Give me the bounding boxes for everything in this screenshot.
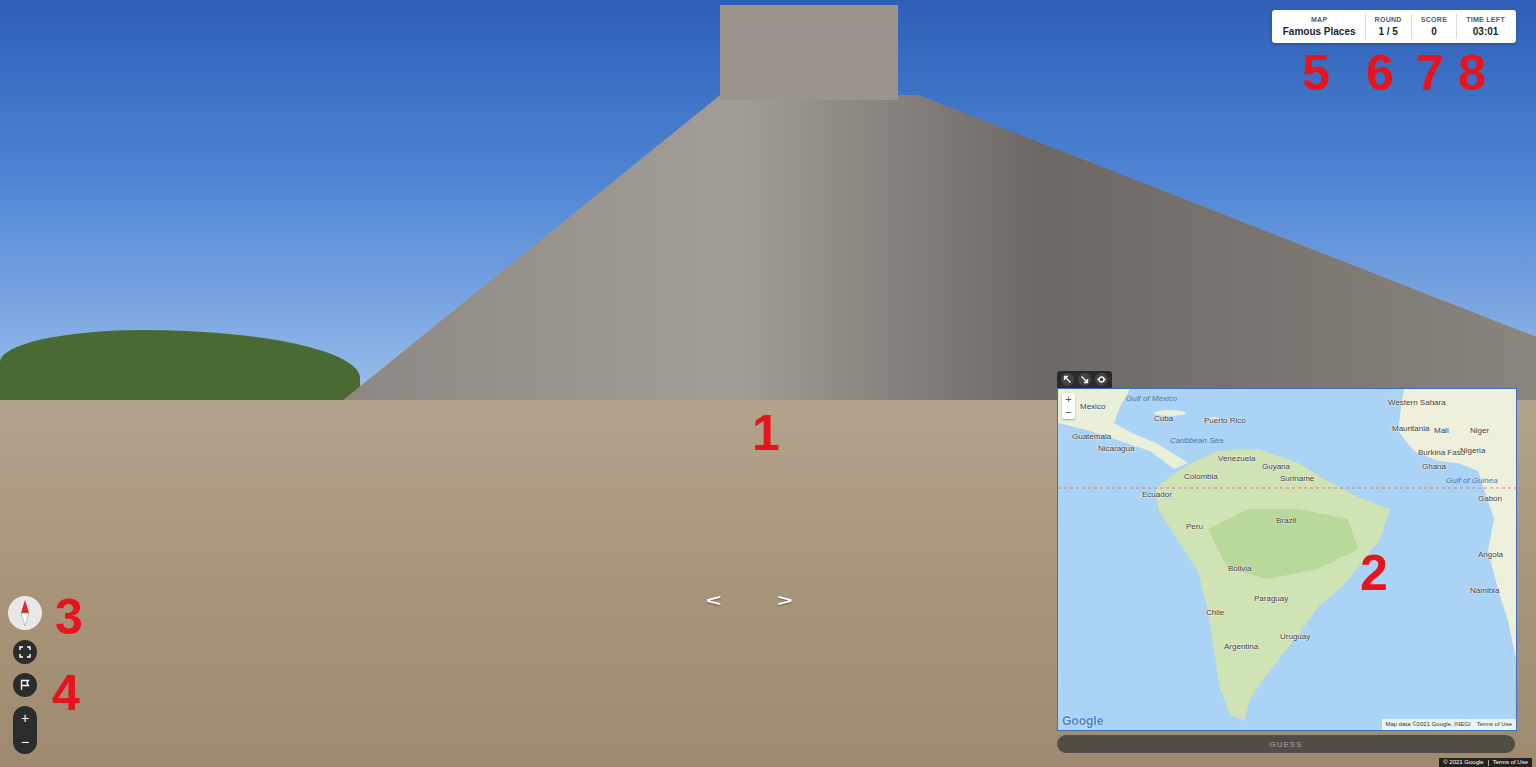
status-item: SCORE0	[1412, 14, 1457, 39]
return-to-start-button[interactable]	[13, 673, 37, 697]
map-label: Ecuador	[1142, 489, 1172, 500]
game-screen: MAPFamous PlacesROUND1 / 5SCORE0TIME LEF…	[0, 0, 1536, 767]
annotation-number: 1	[752, 408, 780, 458]
status-label: ROUND	[1375, 14, 1402, 25]
status-label: MAP	[1311, 14, 1327, 25]
status-item: ROUND1 / 5	[1366, 14, 1412, 39]
google-footer: © 2021 Google Terms of Use	[1439, 758, 1532, 767]
status-label: SCORE	[1421, 14, 1447, 25]
map-label: Mexico	[1080, 401, 1105, 412]
map-label: Argentina	[1224, 641, 1258, 652]
map-label: Nigeria	[1460, 445, 1485, 456]
terms-link[interactable]: Terms of Use	[1477, 720, 1512, 729]
copyright-text: © 2021 Google	[1443, 758, 1483, 767]
compass-button[interactable]	[7, 595, 43, 631]
annotation-number: 5	[1302, 48, 1330, 98]
guess-map-panel: Mexico Gulf of Mexico Cuba Puerto Rico Guate…	[1057, 371, 1516, 753]
enlarge-map-button[interactable]	[1061, 373, 1074, 386]
map-label: Peru	[1186, 521, 1203, 532]
status-value: 1 / 5	[1378, 25, 1397, 39]
status-value: 03:01	[1473, 25, 1499, 39]
arrow-up-left-icon	[1063, 375, 1072, 384]
footer-separator	[1488, 760, 1489, 766]
map-label: Gulf of Mexico	[1126, 393, 1177, 404]
map-label: Bolivia	[1228, 563, 1252, 574]
map-label: Venezuela	[1218, 453, 1255, 464]
pin-map-button[interactable]	[1095, 373, 1108, 386]
map-label: Paraguay	[1254, 593, 1288, 604]
zoom-out-button[interactable]: −	[13, 730, 37, 754]
map-zoom-in-button[interactable]: +	[1062, 393, 1075, 406]
map-label: Guatemala	[1072, 431, 1111, 442]
map-label: Niger	[1470, 425, 1489, 436]
map-label: Burkina Faso	[1418, 447, 1465, 458]
map-label: Mali	[1434, 425, 1449, 436]
google-logo: Google	[1062, 714, 1103, 728]
annotation-number: 3	[55, 592, 83, 642]
attribution-text: Map data ©2021 Google, INEGI	[1386, 720, 1471, 729]
map-label: Gulf of Guinea	[1446, 475, 1498, 486]
map-label: Cuba	[1154, 413, 1173, 424]
map-label: Guyana	[1262, 461, 1290, 472]
map-label: Nicaragua	[1098, 443, 1134, 454]
map-label: Chile	[1206, 607, 1224, 618]
game-status-bar: MAPFamous PlacesROUND1 / 5SCORE0TIME LEF…	[1272, 10, 1516, 43]
status-label: TIME LEFT	[1466, 14, 1505, 25]
compass-icon	[7, 595, 43, 631]
map-zoom-controls: +−	[1062, 393, 1075, 419]
status-item: MAPFamous Places	[1274, 14, 1366, 39]
fullscreen-icon	[19, 646, 31, 658]
annotation-number: 8	[1458, 48, 1486, 98]
zoom-controls: +−	[13, 706, 37, 754]
annotation-number: 2	[1360, 548, 1388, 598]
map-label: Gabon	[1478, 493, 1502, 504]
map-land-icon	[1058, 389, 1516, 730]
map-label: Colombia	[1184, 471, 1218, 482]
map-toolbar	[1057, 371, 1112, 388]
annotation-number: 7	[1416, 48, 1444, 98]
map-label: Puerto Rico	[1204, 415, 1246, 426]
navigation-arrows: <>	[706, 586, 792, 616]
flag-icon	[19, 679, 31, 691]
map-label: Brazil	[1276, 515, 1296, 526]
map-label: Ghana	[1422, 461, 1446, 472]
arrow-down-right-icon	[1080, 375, 1089, 384]
map-label: Suriname	[1280, 473, 1314, 484]
guess-button[interactable]: GUESS	[1057, 735, 1515, 753]
status-value: Famous Places	[1283, 25, 1356, 39]
zoom-in-button[interactable]: +	[13, 706, 37, 730]
fullscreen-button[interactable]	[13, 640, 37, 664]
annotation-number: 6	[1366, 48, 1394, 98]
annotation-number: 4	[52, 668, 80, 718]
view-controls: +−	[7, 595, 43, 754]
map-label: Western Sahara	[1388, 397, 1446, 408]
map-label: Angola	[1478, 549, 1503, 560]
status-value: 0	[1431, 25, 1437, 39]
world-map[interactable]: Mexico Gulf of Mexico Cuba Puerto Rico Guate…	[1057, 388, 1517, 731]
pyramid-temple	[720, 5, 898, 100]
map-label: Namibia	[1470, 585, 1499, 596]
map-label: Uruguay	[1280, 631, 1310, 642]
shrink-map-button[interactable]	[1078, 373, 1091, 386]
move-arrow[interactable]: <	[706, 592, 721, 610]
map-label: Caribbean Sea	[1170, 435, 1223, 446]
move-arrow[interactable]: >	[777, 592, 792, 610]
footer-terms-link[interactable]: Terms of Use	[1493, 758, 1528, 767]
pin-icon	[1097, 375, 1106, 384]
status-item: TIME LEFT03:01	[1457, 14, 1514, 39]
map-attribution: Map data ©2021 Google, INEGI Terms of Use	[1382, 719, 1516, 730]
map-label: Mauritania	[1392, 423, 1429, 434]
map-zoom-out-button[interactable]: −	[1062, 406, 1075, 419]
